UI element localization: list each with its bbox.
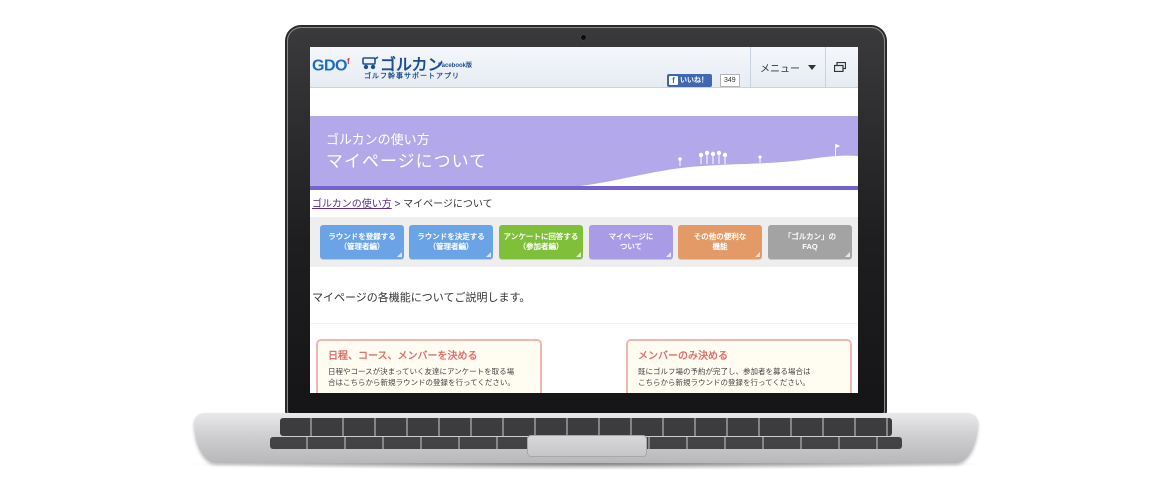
like-count: 349 [720,74,740,87]
guide-nav: ラウンドを登録する （管理者編） ラウンドを決定する （管理者編） アンケートに… [310,217,858,267]
chevron-down-icon [808,64,816,70]
breadcrumb: ゴルカンの使い方 > マイページについて [312,195,493,210]
banner-subtitle: ゴルカンの使い方 [326,132,430,147]
nav-label: 「ゴルカン」の [783,232,837,241]
nav-label-sub: （管理者編） [428,242,474,251]
card-text-line: こちらから新規ラウンドの登録を行ってください。 [638,378,810,387]
facebook-like-button[interactable]: f いいね！ [667,74,712,87]
gdo-logo-text: GDO [312,57,347,75]
card-title: メンバーのみ決める [638,351,728,362]
breadcrumb-link-howto[interactable]: ゴルカンの使い方 [312,199,392,210]
card-text: 既にゴルフ場の予約が完了し、参加者を募る場合は こちらから新規ラウンドの登録を行… [638,366,850,388]
app-header: GDOf ゴルカン Facebook版 ゴルフ幹事サポートアプリ f いいね！ … [310,47,858,88]
nav-label-sub: （管理者編） [339,242,385,251]
nav-label: その他の便利な [693,232,747,241]
like-label: いいね！ [680,77,708,84]
nav-label-sub: FAQ [802,242,818,251]
card-decide-all[interactable]: 日程、コース、メンバーを決める 日程やコースが決まっていく友達にアンケートを取る… [316,339,542,393]
card-decide-members[interactable]: メンバーのみ決める 既にゴルフ場の予約が完了し、参加者を募る場合は こちらから新… [626,339,852,393]
nav-faq[interactable]: 「ゴルカン」の FAQ [768,225,852,259]
nav-label: マイページに [608,232,654,241]
breadcrumb-current: マイページについて [403,199,493,210]
intro-text: マイページの各機能についてご説明します。 [312,292,531,304]
app-tagline: ゴルフ幹事サポートアプリ [364,73,460,80]
nav-label-sub: ついて [619,242,643,251]
page-title: マイページについて [326,152,488,171]
breadcrumb-separator: > [391,199,404,210]
card-title: 日程、コース、メンバーを決める [328,351,478,362]
keyboard [280,418,892,436]
trackpad [527,435,647,457]
nav-label: アンケートに回答する [503,232,579,241]
nav-mypage[interactable]: マイページに ついて [589,225,673,259]
card-text-line: 合はこちらから新規ラウンドの登録を行ってください。 [328,378,515,387]
nav-decide-round[interactable]: ラウンドを決定する （管理者編） [409,225,493,259]
page-banner: ゴルカンの使い方 マイページについて [310,116,858,190]
nav-answer-survey[interactable]: アンケートに回答する （参加者編） [499,225,583,259]
nav-label: ラウンドを登録する [328,232,396,241]
card-text-line: 日程やコースが決まっていく友達にアンケートを取る場 [328,367,515,376]
nav-other-features[interactable]: その他の便利な 機能 [678,225,762,259]
gdo-logo[interactable]: GDOf [312,57,350,75]
menu-button[interactable]: メニュー [750,47,826,87]
card-text-line: 既にゴルフ場の予約が完了し、参加者を募る場合は [638,367,811,376]
facebook-icon: f [669,76,678,85]
edition-label: Facebook版 [438,63,473,69]
golf-course-illustration [580,144,858,186]
nav-register-round[interactable]: ラウンドを登録する （管理者編） [320,225,404,259]
golf-cart-icon [362,56,379,70]
card-text: 日程やコースが決まっていく友達にアンケートを取る場 合はこちらから新規ラウンドの… [328,366,540,388]
divider [310,323,858,324]
menu-label: メニュー [760,63,800,75]
camera-icon [580,34,587,41]
nav-label-sub: 機能 [712,242,728,251]
gdo-logo-mark: f [346,57,350,66]
nav-label-sub: （参加者編） [518,242,564,251]
window-icon[interactable] [834,62,846,72]
nav-label: ラウンドを決定する [417,232,485,241]
laptop-screen: GDOf ゴルカン Facebook版 ゴルフ幹事サポートアプリ f いいね！ … [310,47,858,393]
